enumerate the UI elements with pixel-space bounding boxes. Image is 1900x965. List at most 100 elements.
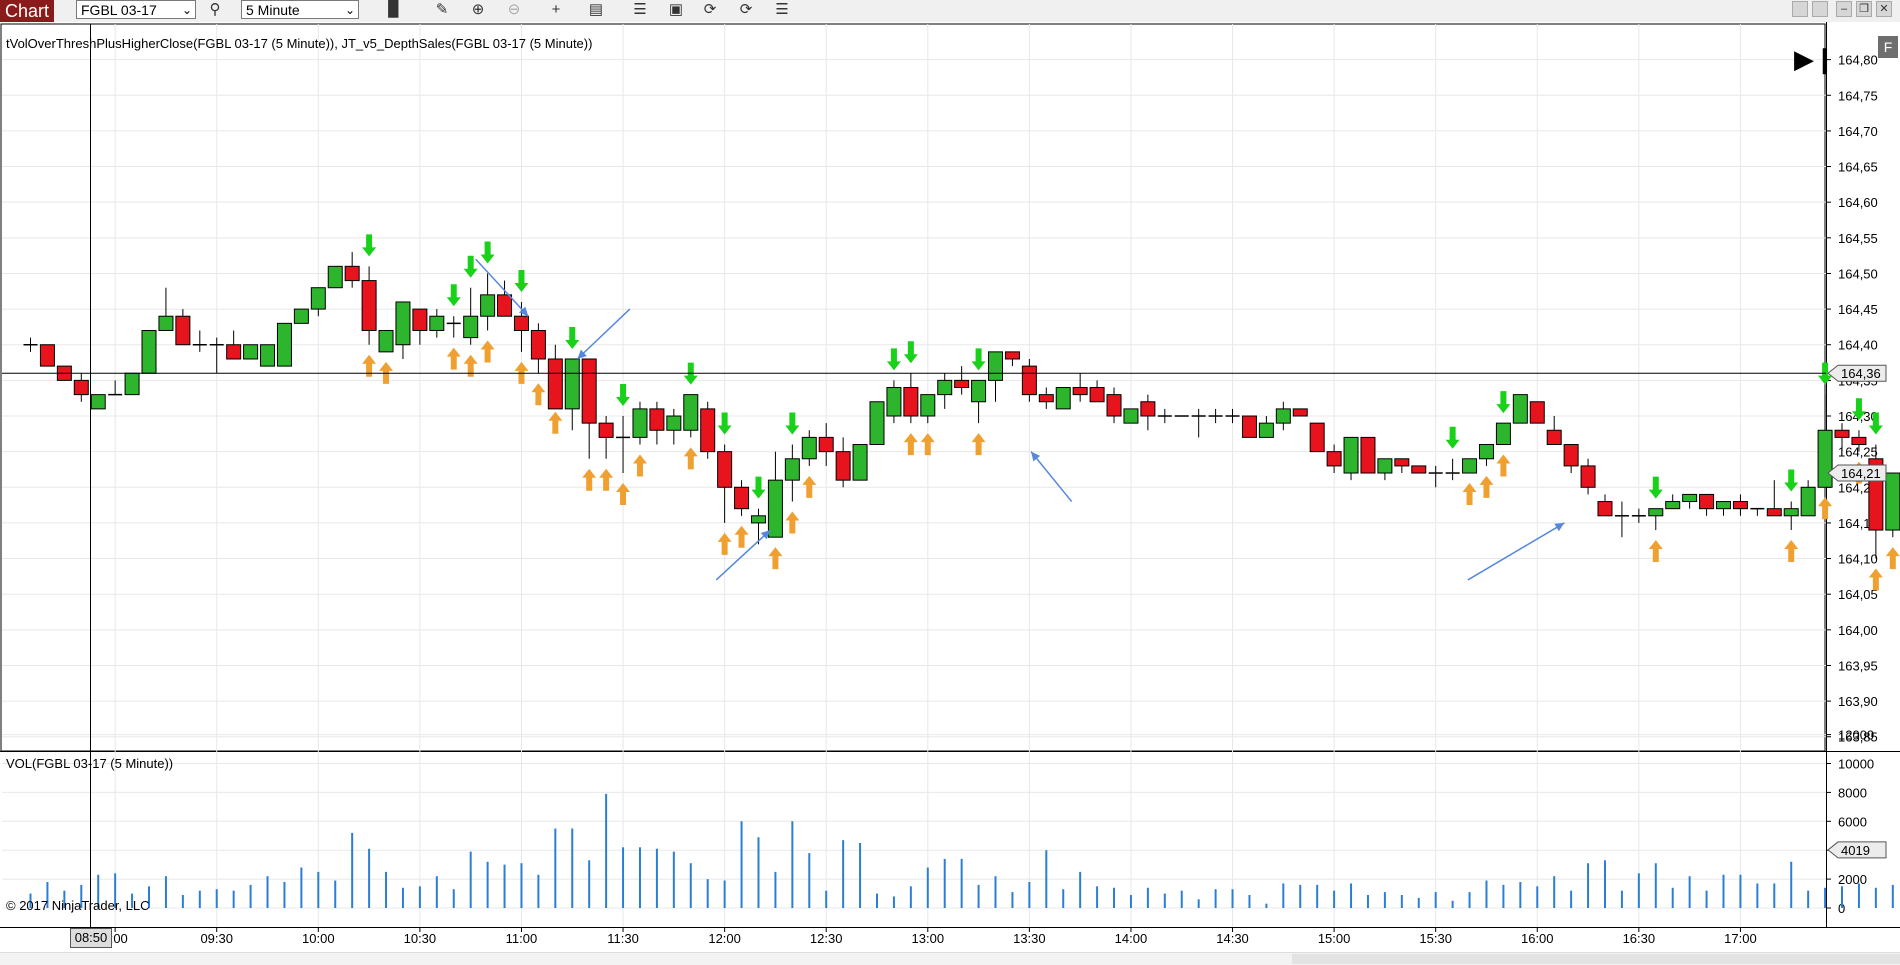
interval-select[interactable]: 5 Minute ⌄ xyxy=(241,0,359,19)
toolbar: Chart FGBL 03-17 ⌄ ⚲ 5 Minute ⌄ ▉ ✎ ⊕ ⊖ … xyxy=(0,0,1900,23)
candle-body xyxy=(379,330,393,351)
volume-tick-label: 8000 xyxy=(1838,785,1867,800)
candle-body xyxy=(1463,459,1477,473)
candle-body xyxy=(91,395,105,409)
price-tick-label: 164,70 xyxy=(1838,124,1878,139)
price-tick-label: 164,25 xyxy=(1838,445,1878,460)
scrollbar-thumb[interactable] xyxy=(1292,954,1900,964)
tile-icon[interactable] xyxy=(1812,1,1828,17)
close-icon[interactable]: ✕ xyxy=(1876,1,1892,17)
candle-body xyxy=(345,266,359,280)
candle-body xyxy=(294,309,308,323)
pencil-icon[interactable]: ✎ xyxy=(432,1,452,19)
candle-body xyxy=(328,266,342,287)
time-tick-label: 14:30 xyxy=(1216,931,1249,946)
candle-body xyxy=(599,423,613,437)
candle-body xyxy=(768,480,782,537)
chart-tab[interactable]: Chart xyxy=(0,0,54,22)
candle-body xyxy=(667,416,681,430)
candle-body xyxy=(1581,466,1595,487)
candle-body xyxy=(1479,445,1493,459)
candle-body xyxy=(1276,409,1290,423)
time-tick-label: 12:00 xyxy=(708,931,741,946)
skip-to-end-icon[interactable]: ▶❙ xyxy=(1794,44,1836,74)
candle-body xyxy=(1700,494,1714,508)
strategies-icon[interactable]: ⟳ xyxy=(700,1,720,19)
candle-body xyxy=(836,452,850,481)
time-tick-label: 11:00 xyxy=(506,931,538,946)
last-price-label: 164,21 xyxy=(1841,466,1881,481)
properties-icon[interactable]: ☰ xyxy=(630,1,650,19)
layers-icon[interactable]: ▣ xyxy=(666,1,686,19)
time-tick-label: 10:00 xyxy=(302,931,335,946)
candle-body xyxy=(1395,459,1409,466)
chevron-down-icon: ⌄ xyxy=(345,1,355,20)
candle-body xyxy=(1666,502,1680,509)
time-tick-label: 15:00 xyxy=(1318,931,1351,946)
zoom-in-icon[interactable]: ⊕ xyxy=(468,1,488,19)
time-tick-label: 16:30 xyxy=(1623,931,1656,946)
last-volume-label: 4019 xyxy=(1841,843,1870,858)
price-tick-label: 164,65 xyxy=(1838,160,1878,175)
candle-body xyxy=(1649,509,1663,516)
time-tick-label: 10:30 xyxy=(404,931,437,946)
candle-body xyxy=(311,288,325,309)
candle-body xyxy=(1107,395,1121,416)
crosshair-icon[interactable]: + xyxy=(546,1,566,19)
chevron-down-icon: ⌄ xyxy=(182,1,192,20)
candle-body xyxy=(1818,430,1832,487)
candle-body xyxy=(1310,423,1324,452)
minimize-icon[interactable]: – xyxy=(1836,1,1852,17)
candle-body xyxy=(1327,452,1341,466)
candle-body xyxy=(684,395,698,431)
search-icon[interactable]: ⚲ xyxy=(205,1,225,19)
copyright: © 2017 NinjaTrader, LLC xyxy=(6,898,150,913)
price-tick-label: 164,50 xyxy=(1838,266,1878,281)
candle-body xyxy=(1683,494,1697,501)
candle-body xyxy=(819,437,833,451)
candle-body xyxy=(904,388,918,417)
candle-body xyxy=(1141,402,1155,416)
candle-body xyxy=(1598,502,1612,516)
list-icon[interactable]: ☰ xyxy=(772,1,792,19)
candle-body xyxy=(531,330,545,359)
restore-icon[interactable]: ❐ xyxy=(1856,1,1872,17)
candle-body xyxy=(244,345,258,359)
price-tick-label: 163,95 xyxy=(1838,658,1878,673)
candle-body xyxy=(633,409,647,438)
candle-body xyxy=(1039,395,1053,402)
candle-body xyxy=(142,330,156,373)
candle-body xyxy=(1412,466,1426,473)
candle-body xyxy=(498,295,512,316)
candle-body xyxy=(1801,487,1815,516)
crosshair-price-label: 164,36 xyxy=(1841,366,1881,381)
candle-body xyxy=(1547,430,1561,444)
candle-body xyxy=(1513,395,1527,424)
candle-body xyxy=(1344,437,1358,473)
instrument-select[interactable]: FGBL 03-17 ⌄ xyxy=(76,0,196,19)
time-tick-label: 13:00 xyxy=(912,931,945,946)
refresh-icon[interactable]: ⟳ xyxy=(736,1,756,19)
tile-icon[interactable] xyxy=(1792,1,1808,17)
candle-body xyxy=(1022,366,1036,395)
candle-body xyxy=(565,359,579,409)
candle-body xyxy=(1767,509,1781,516)
bars-icon[interactable]: ▉ xyxy=(384,1,404,19)
candle-body xyxy=(176,316,190,345)
candle-body xyxy=(972,380,986,401)
candle-body xyxy=(40,345,54,366)
candle-body xyxy=(1733,502,1747,509)
zoom-out-icon[interactable]: ⊖ xyxy=(504,1,524,19)
price-tick-label: 164,00 xyxy=(1838,623,1878,638)
candle-body xyxy=(1005,352,1019,359)
chart-canvas[interactable]: 164,80164,75164,70164,65164,60164,55164,… xyxy=(0,22,1900,952)
candle-body xyxy=(261,345,275,366)
data-box-icon[interactable]: ▤ xyxy=(586,1,606,19)
crosshair-time-label: 08:50 xyxy=(70,928,112,948)
price-tick-label: 164,60 xyxy=(1838,195,1878,210)
f-button[interactable]: F xyxy=(1878,36,1898,58)
time-tick-label: 12:30 xyxy=(810,931,843,946)
candle-body xyxy=(1361,437,1375,473)
candle-body xyxy=(362,281,376,331)
candle-body xyxy=(921,395,935,416)
